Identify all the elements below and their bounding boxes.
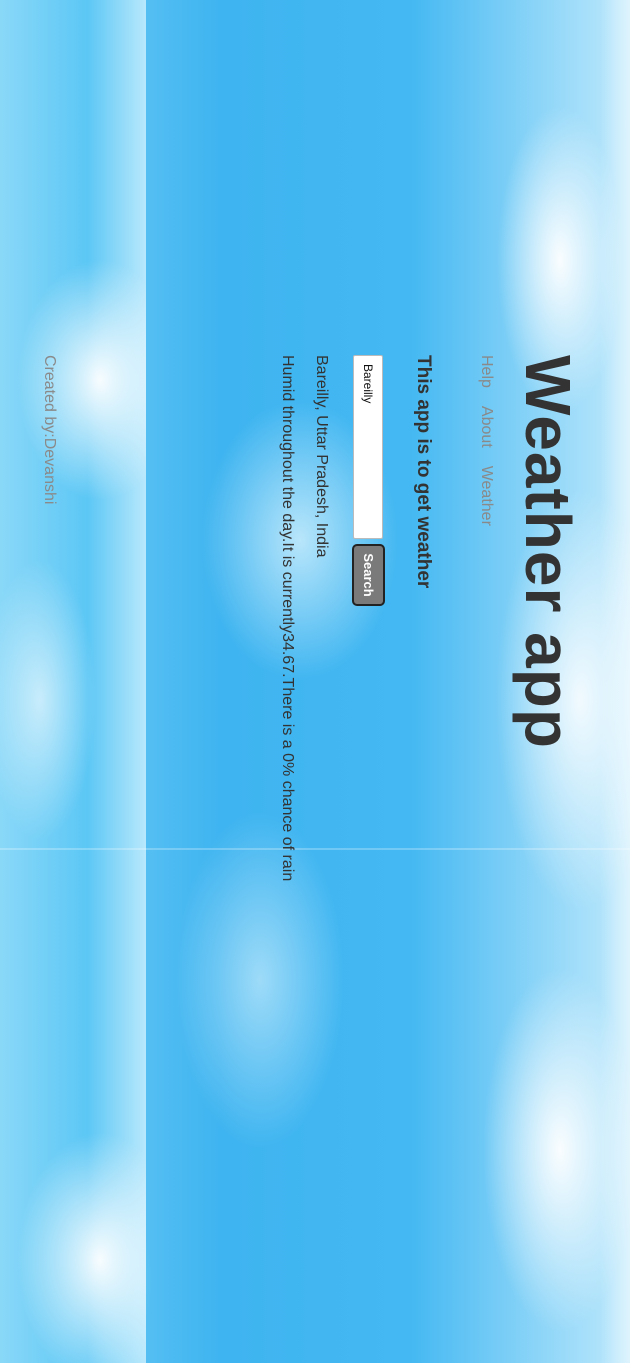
search-button[interactable]: Search (352, 544, 385, 606)
page-title: Weather app (512, 355, 584, 749)
forecast-result: Humid throughout the day.It is currently… (279, 355, 296, 882)
footer-credit: Created by:Devanshi (41, 355, 58, 505)
location-search-input[interactable] (353, 355, 384, 539)
search-form: Search (352, 355, 385, 606)
location-result: Bareilly, Uttar Pradesh, India (313, 355, 330, 558)
nav-link-about[interactable]: About (477, 406, 495, 448)
nav-link-help[interactable]: Help (477, 355, 495, 388)
nav-bar: Help About Weather (477, 355, 495, 526)
page-content: Weather app Help About Weather This app … (0, 0, 630, 1363)
nav-link-weather[interactable]: Weather (477, 466, 495, 526)
page-subtitle: This app is to get weather (413, 355, 434, 589)
